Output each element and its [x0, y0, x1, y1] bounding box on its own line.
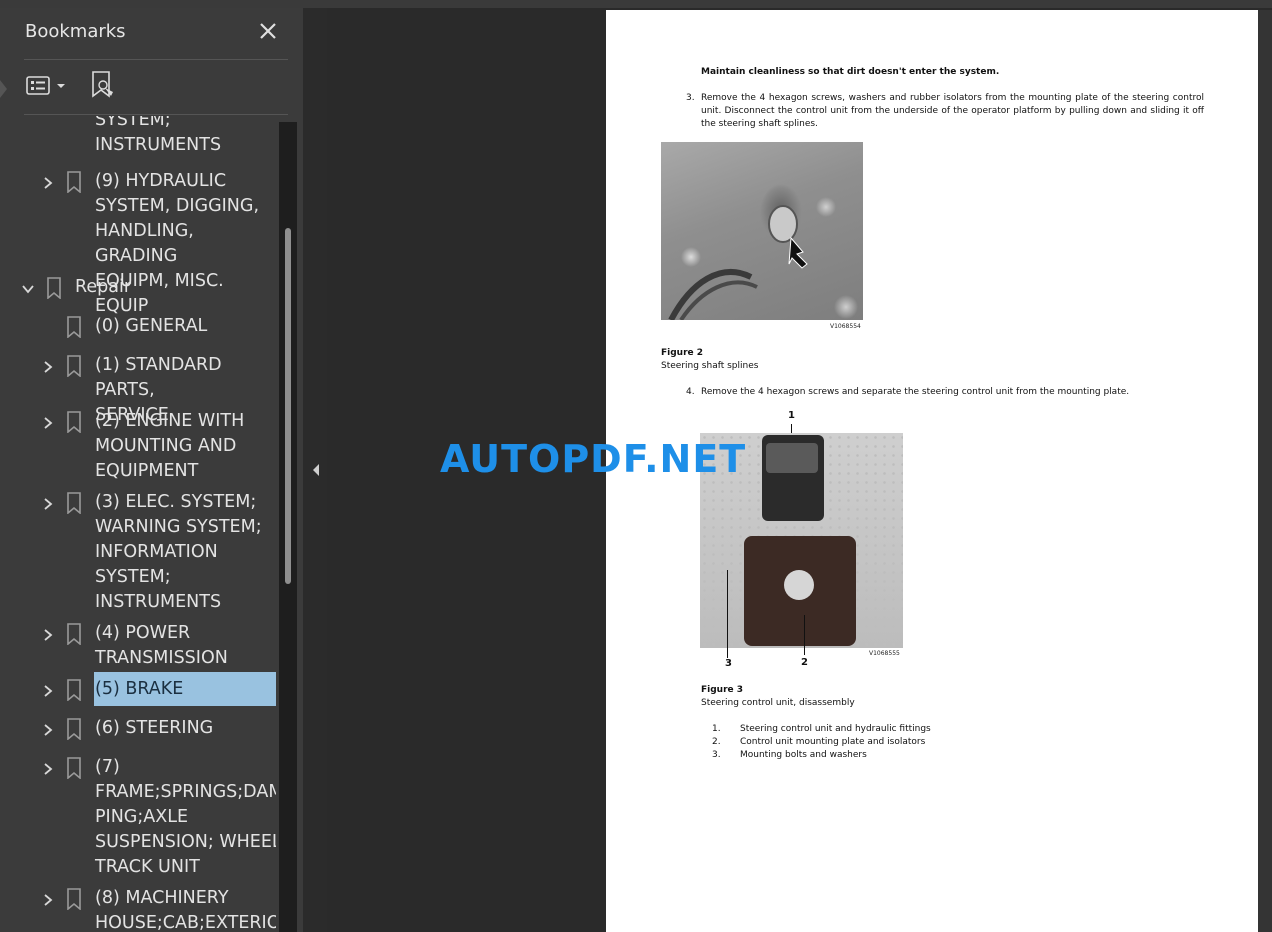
- legend-num-1: 1.: [712, 724, 721, 734]
- watermark-text: AUTOPDF.NET: [440, 437, 747, 481]
- chevron-right-icon[interactable]: [41, 496, 55, 510]
- top-border: [0, 0, 1272, 8]
- step3-text: Remove the 4 hexagon screws, washers and…: [701, 93, 1204, 129]
- bookmark-label: (3) ELEC. SYSTEM; WARNING SYSTEM; INFORM…: [95, 492, 262, 612]
- panel-divider: [24, 59, 288, 60]
- bookmark-label: Repair: [75, 277, 132, 297]
- chevron-right-icon[interactable]: [41, 892, 55, 906]
- bookmark-icon: [66, 623, 82, 646]
- collapse-panel-button[interactable]: [308, 458, 324, 482]
- chevron-down-icon[interactable]: [21, 281, 35, 295]
- figure3-title: Figure 3: [701, 685, 744, 695]
- bookmark-label: (5) BRAKE: [95, 679, 184, 699]
- callout-3: 3: [725, 658, 732, 669]
- step4-number: 4.: [686, 387, 695, 397]
- panel-pointer-icon: [0, 80, 7, 98]
- bookmark-label: (4) POWER TRANSMISSION: [95, 623, 228, 668]
- add-bookmark-button[interactable]: [90, 70, 118, 100]
- chevron-left-icon: [313, 464, 319, 476]
- legend-num-2: 2.: [712, 737, 721, 747]
- bookmark-icon: [66, 718, 82, 741]
- chevron-right-icon[interactable]: [41, 359, 55, 373]
- bookmark-icon: [66, 316, 82, 339]
- hydraulic-fittings: [766, 443, 818, 473]
- warning-text: Maintain cleanliness so that dirt doesn'…: [701, 67, 1000, 77]
- chevron-right-icon[interactable]: [41, 175, 55, 189]
- step4-text: Remove the 4 hexagon screws and separate…: [701, 387, 1130, 397]
- chevron-right-icon[interactable]: [41, 722, 55, 736]
- scrollbar-thumb[interactable]: [285, 228, 291, 584]
- figure2-code: V1068554: [830, 323, 861, 330]
- bookmark-label: (7) FRAME;SPRINGS;DAM PING;AXLE SUSPENSI…: [95, 757, 276, 877]
- legend-text-1: Steering control unit and hydraulic fitt…: [740, 724, 931, 734]
- chevron-right-icon[interactable]: [41, 683, 55, 697]
- figure2-photo: [661, 142, 863, 320]
- bookmark-label: (0) GENERAL: [95, 316, 208, 336]
- chevron-right-icon[interactable]: [41, 627, 55, 641]
- bookmark-icon: [66, 757, 82, 780]
- bookmark-icon: [66, 355, 82, 378]
- bookmarks-panel: Bookmarks SYSTEM; INSTRUMENTS (9) HYDRAUL…: [0, 8, 303, 932]
- bookmark-label: (2) ENGINE WITH MOUNTING AND EQUIPMENT: [95, 411, 245, 481]
- chevron-right-icon[interactable]: [41, 415, 55, 429]
- mounting-plate: [744, 536, 856, 646]
- bookmark-icon: [66, 888, 82, 911]
- bookmark-icon: [46, 277, 62, 300]
- step3-number: 3.: [686, 93, 695, 103]
- callout-3-leader: [727, 570, 728, 658]
- toolbar-divider: [24, 114, 288, 115]
- bookmark-options-button[interactable]: [25, 74, 69, 98]
- figure3-caption: Steering control unit, disassembly: [701, 698, 855, 708]
- figure3-code: V1068555: [869, 650, 900, 657]
- bookmark-options-icon: [26, 76, 65, 95]
- bookmark-icon: [66, 171, 82, 194]
- legend-text-3: Mounting bolts and washers: [740, 750, 867, 760]
- legend-num-3: 3.: [712, 750, 721, 760]
- bookmark-icon: [66, 679, 82, 702]
- chevron-right-icon[interactable]: [41, 761, 55, 775]
- panel-title: Bookmarks: [25, 21, 126, 42]
- bookmark-icon: [66, 492, 82, 515]
- bookmark-label: (6) STEERING: [95, 718, 214, 738]
- close-icon[interactable]: [257, 20, 279, 42]
- bookmark-tree: SYSTEM; INSTRUMENTS (9) HYDRAULIC SYSTEM,…: [0, 116, 276, 932]
- bookmark-label: SYSTEM; INSTRUMENTS: [95, 116, 222, 155]
- legend-text-2: Control unit mounting plate and isolator…: [740, 737, 926, 747]
- figure2-title: Figure 2: [661, 348, 704, 358]
- page-gutter: [1258, 10, 1272, 932]
- add-bookmark-icon: [92, 71, 113, 98]
- callout-2: 2: [801, 657, 808, 668]
- callout-2-leader: [804, 615, 805, 655]
- figure2-caption: Steering shaft splines: [661, 361, 759, 371]
- bookmark-label: (8) MACHINERY HOUSE;CAB;EXTERIOR: [95, 888, 276, 932]
- callout-1: 1: [788, 410, 795, 421]
- bookmark-icon: [66, 411, 82, 434]
